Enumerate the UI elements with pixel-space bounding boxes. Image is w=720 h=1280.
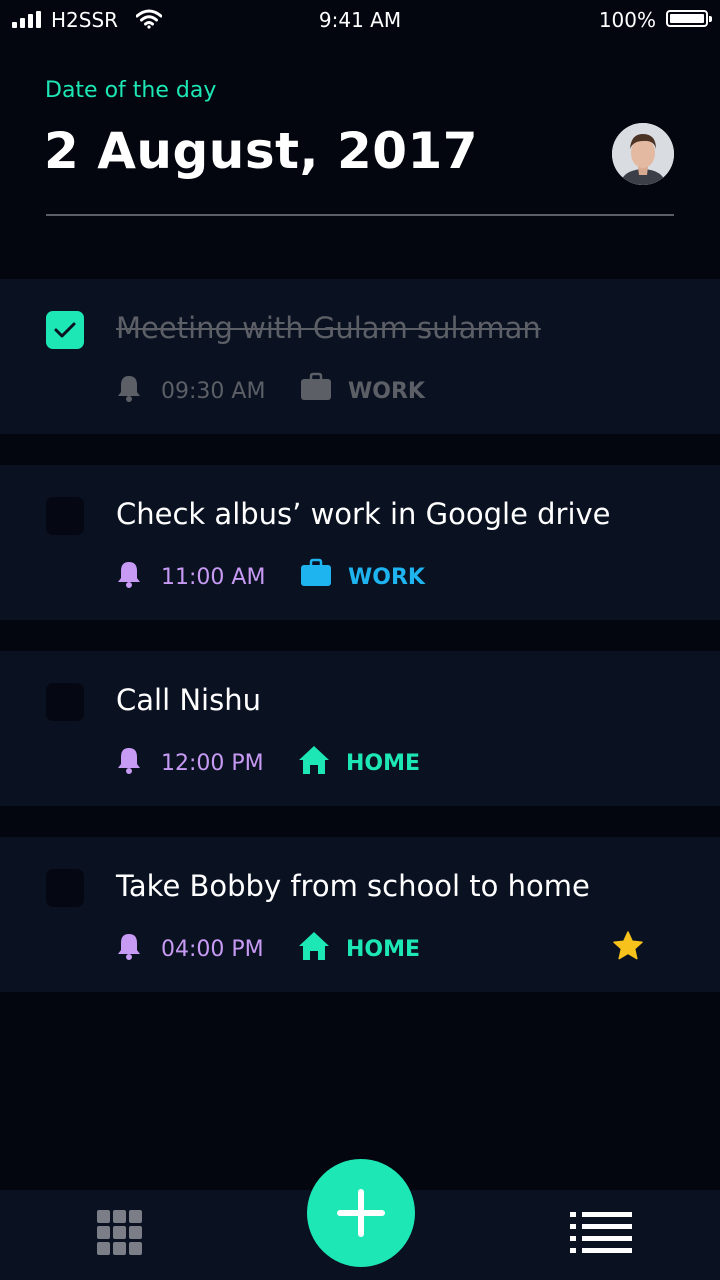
grid-icon[interactable] <box>97 1210 143 1256</box>
battery-percentage: 100% <box>598 8 656 32</box>
task-title: Take Bobby from school to home <box>116 869 590 903</box>
status-bar: H2SSR 9:41 AM 100% <box>0 0 720 40</box>
task-checkbox[interactable] <box>46 497 84 535</box>
briefcase-icon <box>301 372 331 400</box>
date-label: Date of the day <box>45 78 217 103</box>
task-item[interactable]: Meeting with Gulam sulaman 09:30 AM WORK <box>0 279 720 434</box>
briefcase-icon <box>301 558 331 586</box>
battery-icon <box>666 10 712 27</box>
bell-icon <box>118 376 140 402</box>
list-icon[interactable] <box>570 1210 634 1258</box>
task-time: 11:00 AM <box>161 565 266 590</box>
task-tag: HOME <box>346 937 421 962</box>
task-time: 12:00 PM <box>161 751 264 776</box>
header-divider <box>46 214 674 216</box>
task-title: Meeting with Gulam sulaman <box>116 311 541 345</box>
task-tag: WORK <box>348 379 425 404</box>
task-item[interactable]: Check albus’ work in Google drive 11:00 … <box>0 465 720 620</box>
user-avatar-image <box>612 123 674 185</box>
avatar[interactable] <box>612 123 674 185</box>
bell-icon <box>118 934 140 960</box>
page-title: 2 August, 2017 <box>44 122 479 180</box>
task-tag: HOME <box>346 751 421 776</box>
task-checkbox[interactable] <box>46 311 84 349</box>
task-tag: WORK <box>348 565 425 590</box>
star-icon[interactable] <box>612 930 644 962</box>
task-checkbox[interactable] <box>46 869 84 907</box>
task-title: Check albus’ work in Google drive <box>116 497 611 531</box>
home-icon <box>299 932 329 960</box>
task-item[interactable]: Take Bobby from school to home 04:00 PM … <box>0 837 720 992</box>
task-time: 09:30 AM <box>161 379 266 404</box>
task-item[interactable]: Call Nishu 12:00 PM HOME <box>0 651 720 806</box>
task-time: 04:00 PM <box>161 937 264 962</box>
bell-icon <box>118 748 140 774</box>
checkmark-icon <box>54 322 76 338</box>
home-icon <box>299 746 329 774</box>
add-task-button[interactable] <box>307 1159 415 1267</box>
bell-icon <box>118 562 140 588</box>
task-checkbox[interactable] <box>46 683 84 721</box>
task-title: Call Nishu <box>116 683 261 717</box>
